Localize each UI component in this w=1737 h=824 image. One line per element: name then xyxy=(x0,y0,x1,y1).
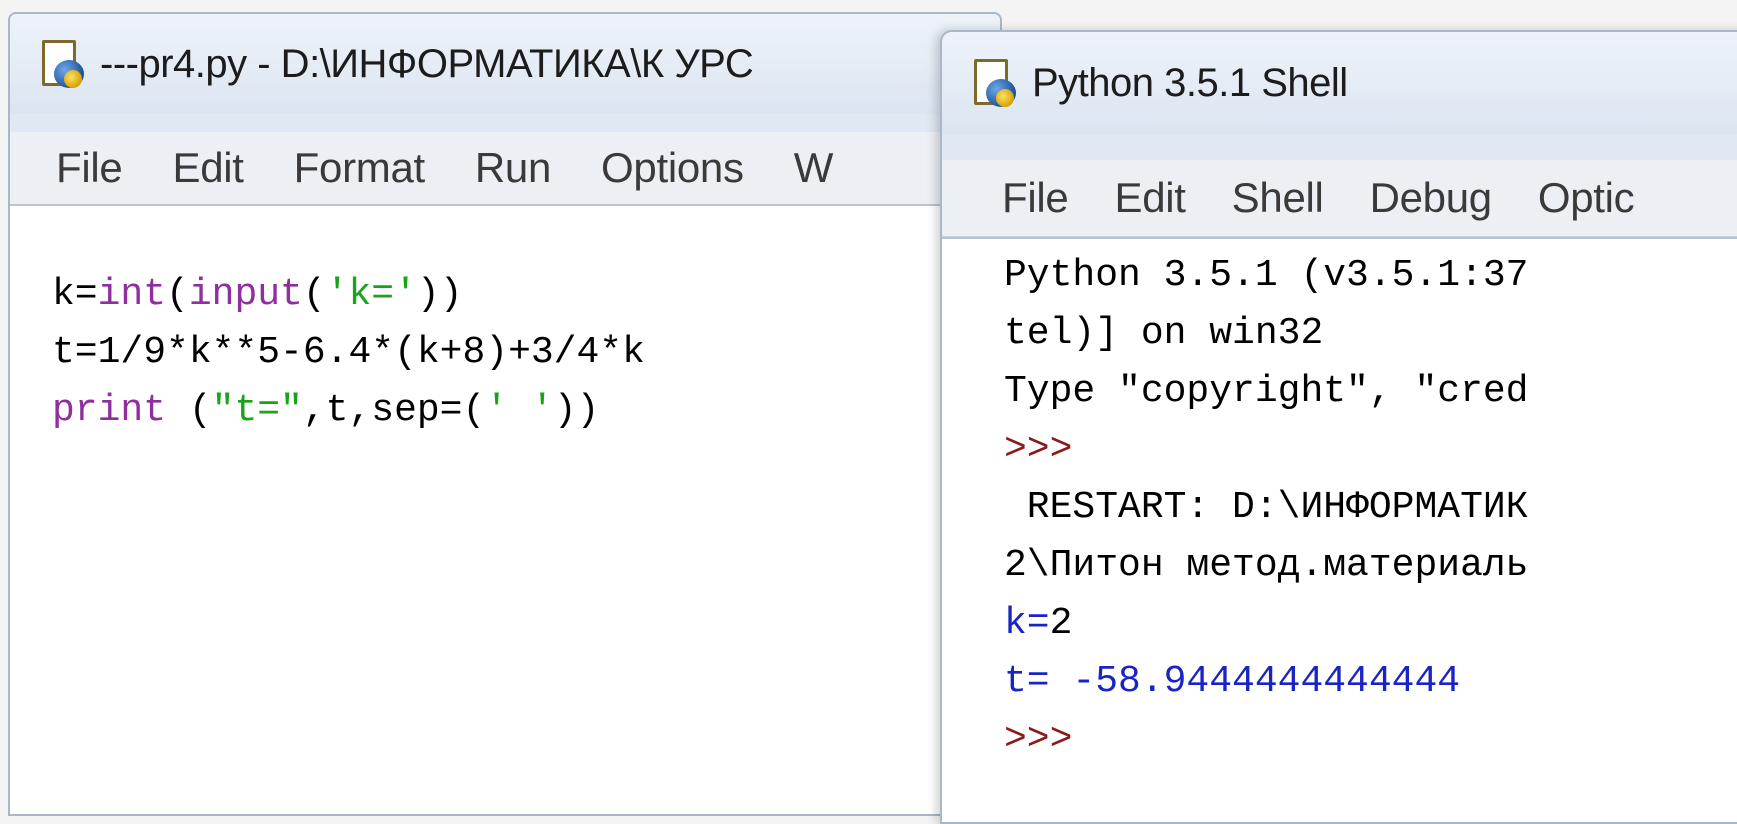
code-line: t=1/9*k**5-6.4*(k+8)+3/4*k xyxy=(52,324,1000,382)
editor-menu-edit[interactable]: Edit xyxy=(172,144,243,192)
code-token: )) xyxy=(416,273,463,316)
code-token: Python 3.5.1 (v3.5.1:37 xyxy=(1004,254,1529,297)
shell-line: 2\Питон метод.материаль xyxy=(1004,537,1737,595)
editor-menu-format[interactable]: Format xyxy=(294,144,426,192)
code-token: 2 xyxy=(1049,602,1073,645)
shell-line: RESTART: D:\ИНФОРМАТИК xyxy=(1004,479,1737,537)
code-token: k= xyxy=(1004,602,1050,645)
code-token: int xyxy=(97,273,167,316)
code-token: >>> xyxy=(1004,718,1073,761)
shell-menu-shell[interactable]: Shell xyxy=(1232,174,1324,222)
shell-line: Python 3.5.1 (v3.5.1:37 xyxy=(1004,247,1737,305)
code-token: ( xyxy=(166,273,189,316)
code-token: ( xyxy=(166,389,212,432)
editor-code-area[interactable]: k=int(input('k=')) t=1/9*k**5-6.4*(k+8)+3… xyxy=(10,204,1000,814)
shell-window[interactable]: Python 3.5.1 Shell File Edit Shell Debug… xyxy=(940,30,1737,824)
python-file-icon xyxy=(38,38,88,90)
code-line: print ("t=",t,sep=(' ')) xyxy=(52,382,1000,440)
code-token: )) xyxy=(553,389,600,432)
editor-title: ---pr4.py - D:\ИНФОРМАТИКА\К УРС xyxy=(100,41,754,86)
shell-titlebar[interactable]: Python 3.5.1 Shell xyxy=(942,32,1737,134)
editor-menu-run[interactable]: Run xyxy=(475,144,551,192)
shell-menu-file[interactable]: File xyxy=(1002,174,1069,222)
editor-menu-options[interactable]: Options xyxy=(601,144,744,192)
code-line: k=int(input('k=')) xyxy=(52,266,1000,324)
code-token: "t=" xyxy=(211,389,303,432)
editor-titlebar[interactable]: ---pr4.py - D:\ИНФОРМАТИКА\К УРС xyxy=(10,14,1000,114)
code-token: k= xyxy=(52,273,98,316)
shell-title: Python 3.5.1 Shell xyxy=(1032,60,1348,105)
editor-window[interactable]: ---pr4.py - D:\ИНФОРМАТИКА\К УРС File Ed… xyxy=(8,12,1002,816)
code-token: input xyxy=(188,273,303,316)
code-token: ,t,sep=( xyxy=(302,389,486,432)
code-token: t= -58.9444444444444 xyxy=(1004,660,1461,703)
code-token: RESTART: D:\ИНФОРМАТИК xyxy=(1004,486,1529,529)
code-token: t=1/9*k**5-6.4*(k+8)+3/4*k xyxy=(52,331,645,374)
code-token: >>> xyxy=(1004,428,1073,471)
shell-output-area[interactable]: Python 3.5.1 (v3.5.1:37 tel)] on win32 Typ… xyxy=(942,237,1737,822)
shell-line: >>> xyxy=(1004,711,1737,769)
shell-menu-options[interactable]: Optic xyxy=(1538,174,1635,222)
code-token: ' ' xyxy=(485,389,554,432)
shell-menu-edit[interactable]: Edit xyxy=(1114,174,1185,222)
shell-line: >>> xyxy=(1004,421,1737,479)
editor-menubar: File Edit Format Run Options W xyxy=(10,132,1000,205)
editor-menu-window[interactable]: W xyxy=(794,144,834,192)
code-token: print xyxy=(52,389,167,432)
shell-line: k=2 xyxy=(1004,595,1737,653)
shell-line: t= -58.9444444444444 xyxy=(1004,653,1737,711)
code-token: tel)] on win32 xyxy=(1004,312,1324,355)
code-token: 'k=' xyxy=(325,273,417,316)
editor-menu-file[interactable]: File xyxy=(56,144,123,192)
code-token: ( xyxy=(302,273,326,316)
code-token: 2\Питон метод.материаль xyxy=(1004,544,1529,587)
shell-line: tel)] on win32 xyxy=(1004,305,1737,363)
code-token: Type "copyright", "cred xyxy=(1004,370,1529,413)
python-shell-icon xyxy=(970,57,1020,109)
shell-line: Type "copyright", "cred xyxy=(1004,363,1737,421)
shell-menu-debug[interactable]: Debug xyxy=(1370,174,1493,222)
shell-menubar: File Edit Shell Debug Optic xyxy=(942,160,1737,237)
